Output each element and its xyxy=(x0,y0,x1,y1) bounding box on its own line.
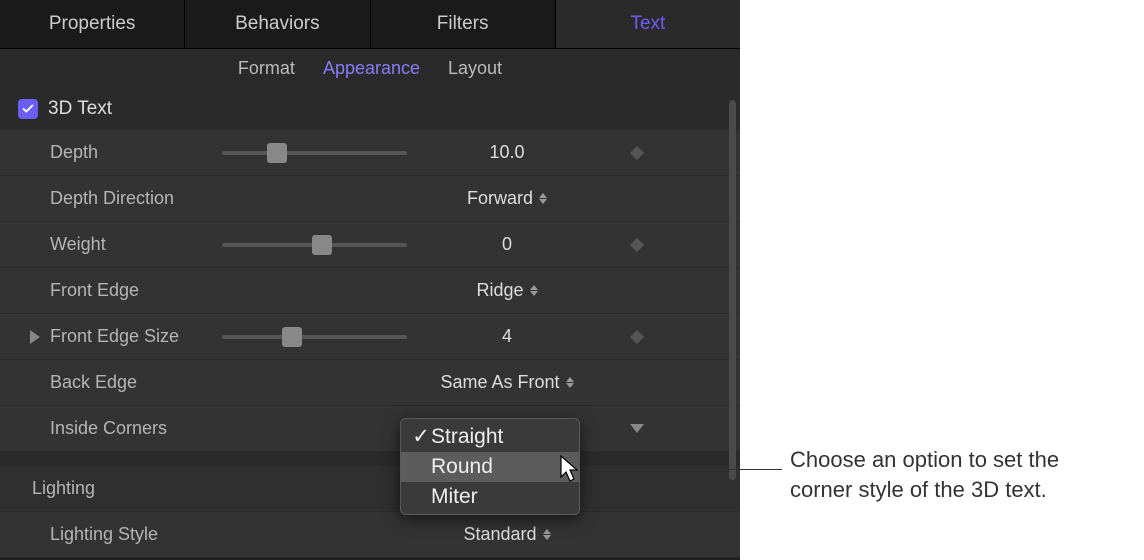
disclosure-triangle-icon[interactable] xyxy=(30,330,40,344)
label-back-edge: Back Edge xyxy=(50,372,137,393)
keyframe-icon[interactable] xyxy=(630,329,644,343)
row-depth: Depth 10.0 xyxy=(0,130,740,176)
section-lighting: Lighting xyxy=(0,466,740,512)
tab-text[interactable]: Text xyxy=(556,0,740,48)
main-tabs: Properties Behaviors Filters Text xyxy=(0,0,740,49)
updown-icon xyxy=(530,285,538,296)
popup-inside-corners: ✓ Straight Round Miter xyxy=(400,418,580,515)
row-back-edge: Back Edge Same As Front xyxy=(0,360,740,406)
inspector-panel: Properties Behaviors Filters Text Format… xyxy=(0,0,740,560)
value-weight[interactable]: 0 xyxy=(502,234,512,254)
value-depth[interactable]: 10.0 xyxy=(489,142,524,162)
row-depth-direction: Depth Direction Forward xyxy=(0,176,740,222)
keyframe-icon[interactable] xyxy=(630,237,644,251)
dropdown-lighting-style[interactable]: Standard xyxy=(463,524,550,545)
callout-line xyxy=(582,469,782,470)
updown-icon xyxy=(543,529,551,540)
checkmark-icon: ✓ xyxy=(411,424,431,449)
dropdown-back-edge[interactable]: Same As Front xyxy=(440,372,573,393)
checkbox-3d-text[interactable] xyxy=(18,99,38,119)
value-front-edge-size[interactable]: 4 xyxy=(502,326,512,346)
slider-front-edge-size[interactable] xyxy=(222,335,407,339)
dropdown-front-edge[interactable]: Ridge xyxy=(476,280,537,301)
slider-thumb[interactable] xyxy=(312,235,332,255)
updown-icon xyxy=(566,377,574,388)
label-depth: Depth xyxy=(50,142,98,163)
row-front-edge-size: Front Edge Size 4 xyxy=(0,314,740,360)
tab-properties[interactable]: Properties xyxy=(0,0,185,48)
slider-weight[interactable] xyxy=(222,243,407,247)
label-front-edge: Front Edge xyxy=(50,280,139,301)
row-lighting-style: Lighting Style Standard xyxy=(0,512,740,558)
row-inside-corners: Inside Corners xyxy=(0,406,740,452)
popup-item-miter[interactable]: Miter xyxy=(401,482,579,512)
check-icon xyxy=(21,102,35,116)
dropdown-depth-direction[interactable]: Forward xyxy=(467,188,547,209)
keyframe-icon[interactable] xyxy=(630,145,644,159)
label-weight: Weight xyxy=(50,234,106,255)
row-weight: Weight 0 xyxy=(0,222,740,268)
tab-filters[interactable]: Filters xyxy=(371,0,556,48)
updown-icon xyxy=(539,193,547,204)
cursor-icon xyxy=(560,455,582,483)
label-depth-direction: Depth Direction xyxy=(50,188,174,209)
slider-depth[interactable] xyxy=(222,151,407,155)
sub-tabs: Format Appearance Layout xyxy=(0,49,740,88)
slider-thumb[interactable] xyxy=(282,327,302,347)
subtab-layout[interactable]: Layout xyxy=(448,58,502,79)
row-front-edge: Front Edge Ridge xyxy=(0,268,740,314)
section-title: 3D Text xyxy=(48,98,112,120)
callout-text: Choose an option to set the corner style… xyxy=(790,445,1059,504)
popup-item-round[interactable]: Round xyxy=(401,452,579,482)
scrollbar[interactable] xyxy=(729,100,736,480)
label-front-edge-size: Front Edge Size xyxy=(50,326,179,347)
subtab-appearance[interactable]: Appearance xyxy=(323,58,420,79)
label-lighting-style: Lighting Style xyxy=(50,524,158,545)
popup-item-straight[interactable]: ✓ Straight xyxy=(401,421,579,452)
subtab-format[interactable]: Format xyxy=(238,58,295,79)
tab-behaviors[interactable]: Behaviors xyxy=(185,0,370,48)
label-inside-corners: Inside Corners xyxy=(50,418,167,439)
spacer xyxy=(0,452,740,466)
slider-thumb[interactable] xyxy=(267,143,287,163)
section-3d-text: 3D Text xyxy=(0,88,740,130)
chevron-down-icon[interactable] xyxy=(630,424,644,433)
